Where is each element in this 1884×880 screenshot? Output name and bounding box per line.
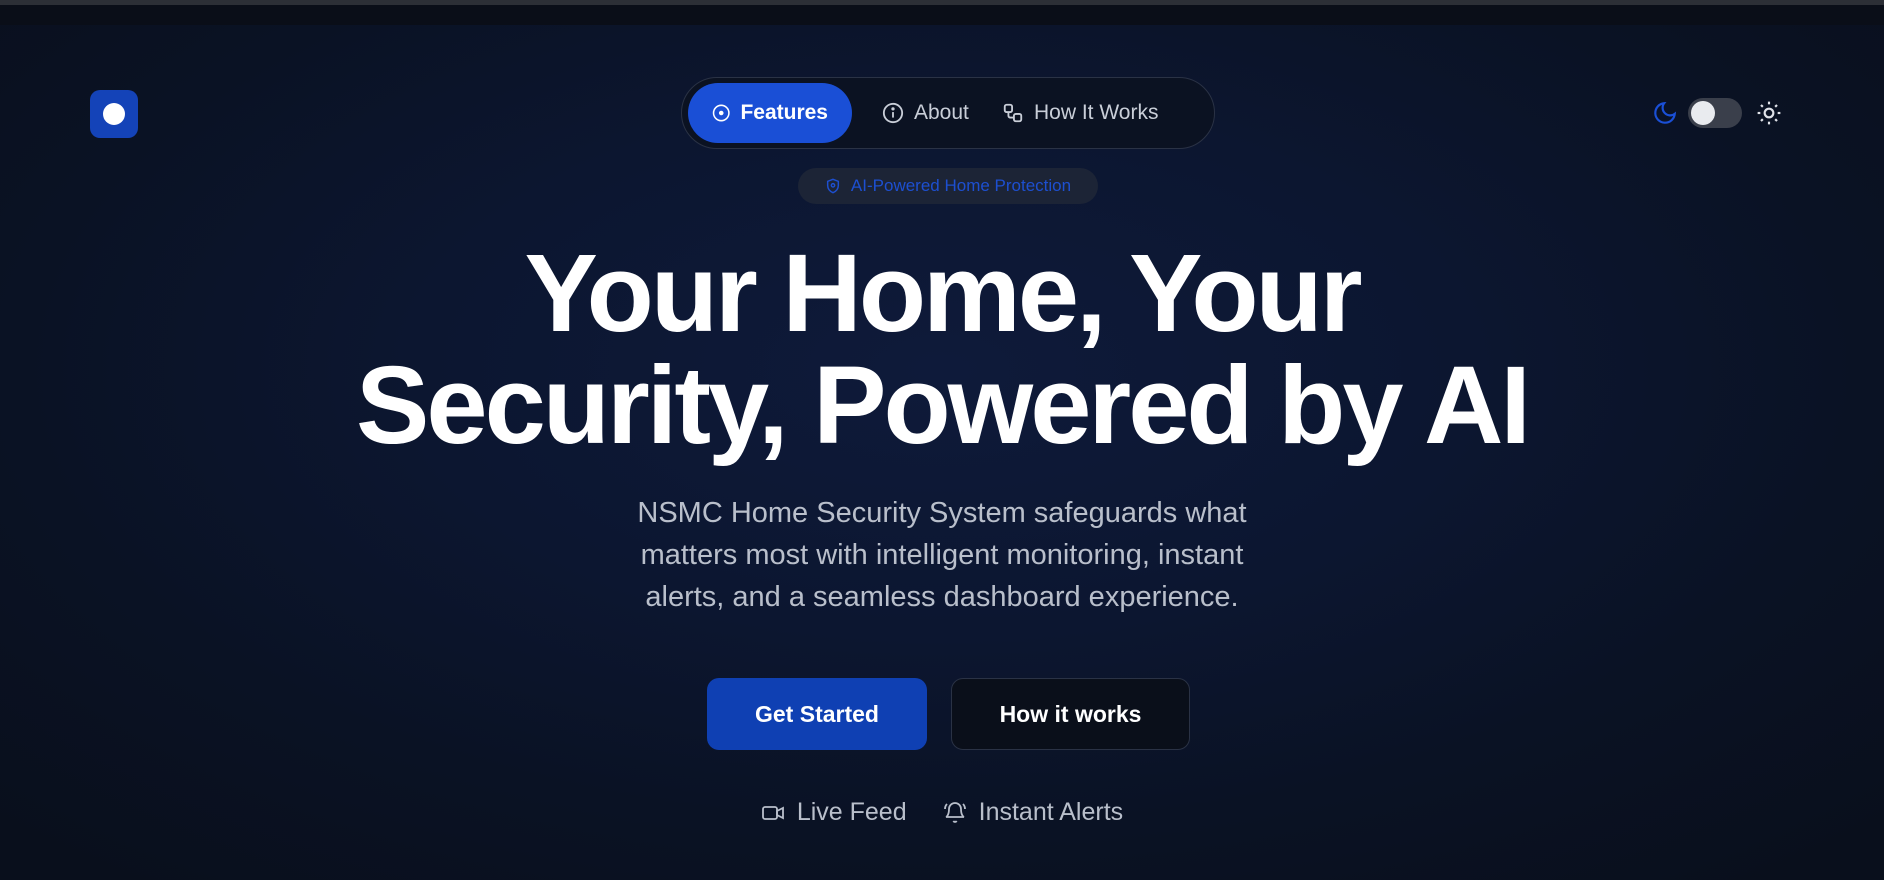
target-circle-icon: [712, 104, 730, 122]
nav-item-features[interactable]: Features: [688, 83, 852, 143]
switch-knob: [1691, 101, 1715, 125]
badge-text: AI-Powered Home Protection: [850, 176, 1072, 195]
hero-subtext: NSMC Home Security System safeguards wha…: [637, 497, 1247, 613]
feature-live-feed: Live Feed: [761, 798, 907, 827]
shield-icon: [826, 178, 839, 194]
feature-list: Live Feed Instant Alerts: [0, 798, 1884, 827]
info-icon: [882, 102, 904, 124]
circle-logo-icon: [103, 103, 125, 125]
moon-icon[interactable]: [1652, 100, 1678, 126]
headline-line-1: Your Home, Your: [524, 232, 1362, 355]
logo[interactable]: [90, 90, 138, 138]
sun-icon[interactable]: [1756, 100, 1782, 126]
get-started-button[interactable]: Get Started: [707, 678, 927, 750]
nav-item-label: How It Works: [1034, 101, 1159, 124]
how-it-works-button[interactable]: How it works: [951, 678, 1190, 750]
feature-label: Instant Alerts: [978, 798, 1124, 826]
landing-page: Features About How It Works AI-Powered H…: [0, 0, 1884, 880]
nav-item-label: Features: [740, 101, 828, 124]
browser-top-strip: [0, 0, 1884, 25]
video-camera-icon: [761, 805, 784, 820]
feature-label: Live Feed: [796, 798, 907, 826]
main-nav: Features About How It Works: [681, 77, 1215, 149]
bell-icon: [943, 801, 966, 823]
headline-line-2: Security, Powered by AI: [356, 344, 1531, 467]
nav-item-label: About: [914, 101, 969, 124]
nav-item-how-it-works[interactable]: How It Works: [982, 83, 1158, 143]
workflow-icon: [1003, 103, 1023, 123]
theme-toggle: [1652, 98, 1782, 128]
nav-item-about[interactable]: About: [852, 83, 982, 143]
hero-headline: Your Home, Your Security, Powered by AI: [0, 238, 1884, 462]
feature-instant-alerts: Instant Alerts: [943, 798, 1124, 827]
theme-switch[interactable]: [1688, 98, 1742, 128]
hero-badge: AI-Powered Home Protection: [798, 168, 1098, 204]
